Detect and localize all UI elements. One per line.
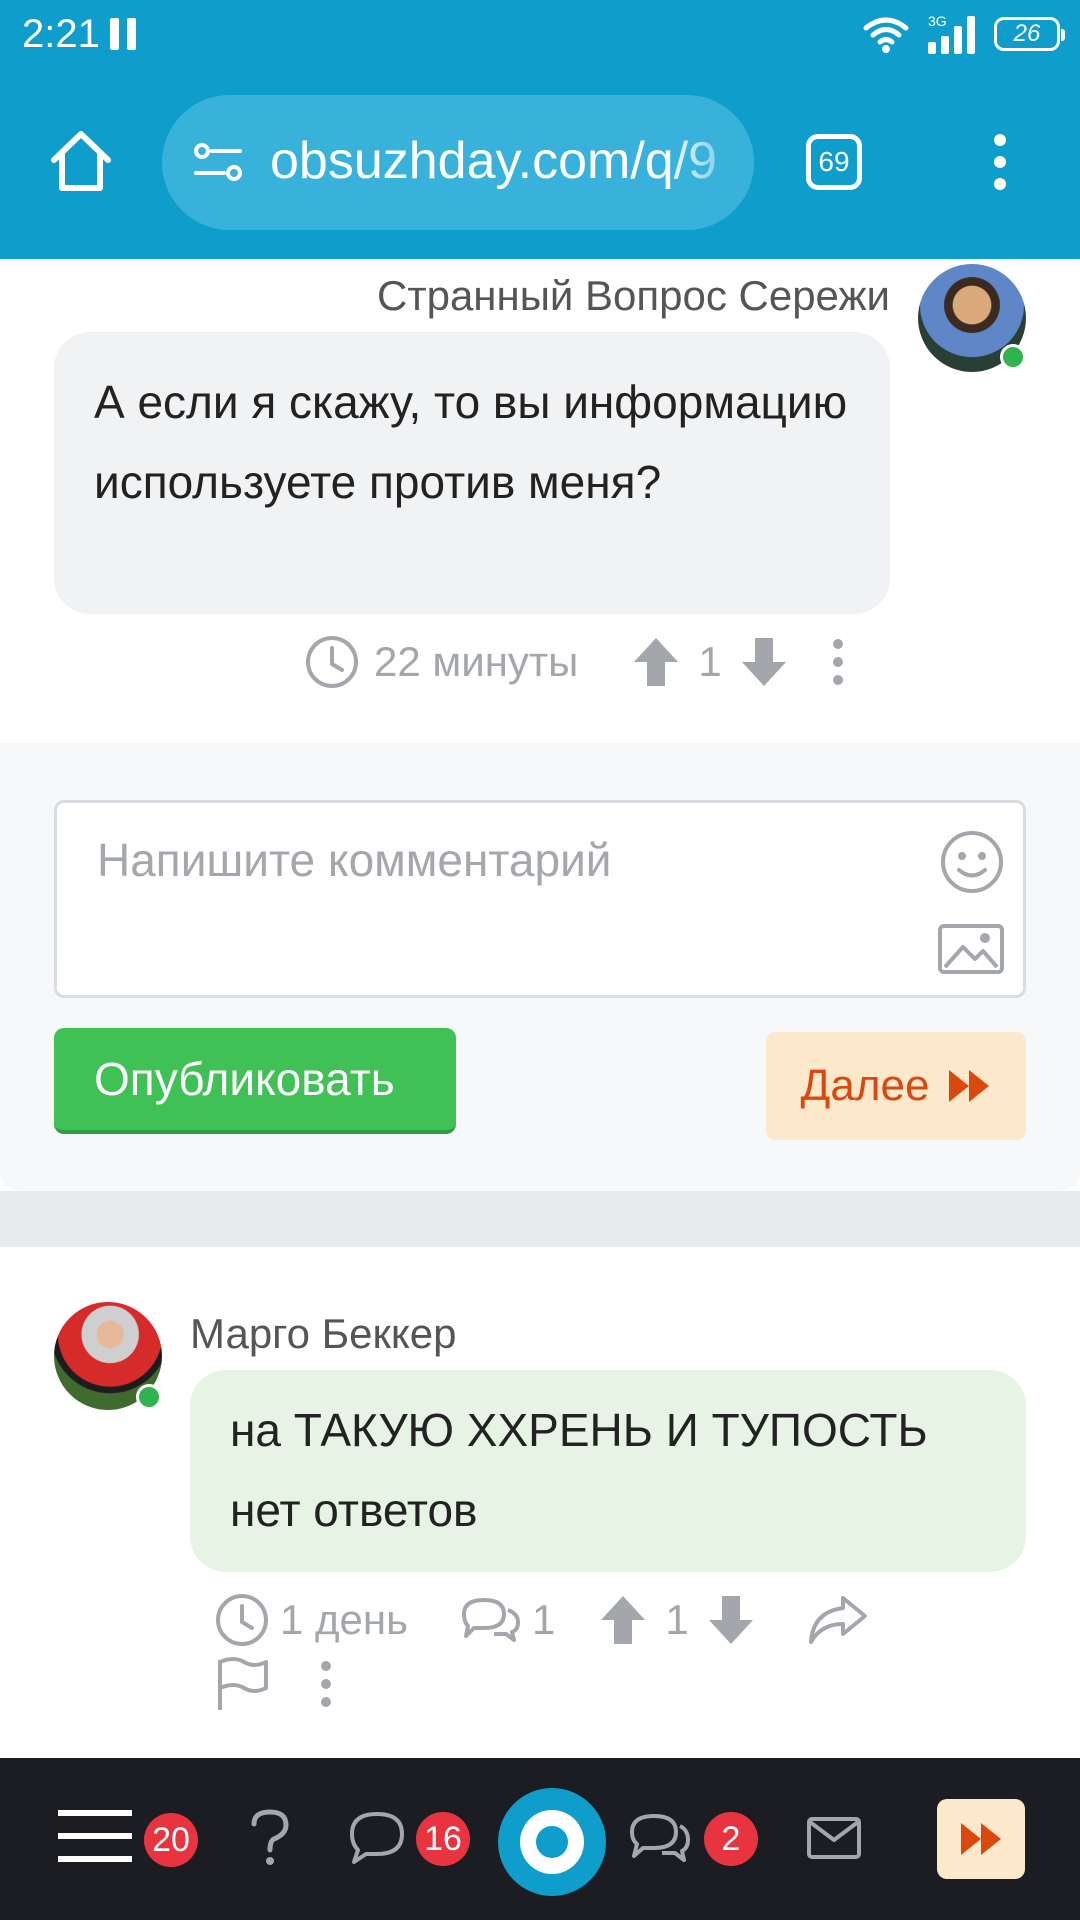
comment-input[interactable]: Напишите комментарий xyxy=(54,800,1026,998)
answer-votes: 1 xyxy=(665,1596,689,1643)
question-votes: 1 xyxy=(698,638,722,685)
share-icon[interactable] xyxy=(805,1594,869,1646)
downvote-icon[interactable] xyxy=(707,1594,755,1646)
status-icons: 3G 26 xyxy=(862,12,1065,56)
question-time-text: 22 минуты xyxy=(374,638,579,685)
fast-forward-icon xyxy=(949,1070,990,1102)
url-text[interactable]: obsuzhday.com/q/9 xyxy=(270,131,732,191)
comment-placeholder[interactable]: Напишите комментарий xyxy=(97,833,612,887)
signal-icon: 3G xyxy=(928,13,975,54)
question-more-icon[interactable] xyxy=(828,636,848,688)
flag-icon[interactable] xyxy=(214,1656,270,1712)
replies-icon[interactable] xyxy=(458,1594,522,1646)
question-mark-icon[interactable] xyxy=(248,1808,292,1868)
chat-icon[interactable] xyxy=(348,1810,406,1864)
address-bar[interactable]: obsuzhday.com/q/9 xyxy=(162,95,754,230)
question-time: 22 минуты xyxy=(304,634,578,690)
clock-icon xyxy=(216,1594,268,1646)
answer-replies: 1 xyxy=(531,1596,556,1643)
emoji-icon[interactable] xyxy=(939,829,1005,895)
site-settings-icon[interactable] xyxy=(190,135,246,191)
image-upload-icon[interactable] xyxy=(937,923,1005,975)
discussions-icon[interactable] xyxy=(626,1810,692,1866)
upvote-icon[interactable] xyxy=(599,1594,647,1646)
answer-bubble: на ТАКУЮ ХХРЕНЬ И ТУПОСТЬ нет ответов xyxy=(190,1370,1026,1572)
tabs-button[interactable]: 69 xyxy=(806,134,862,190)
next-nav-button[interactable] xyxy=(937,1799,1025,1879)
next-label: Далее xyxy=(800,1061,930,1110)
online-indicator xyxy=(1000,344,1026,370)
discussions-badge: 2 xyxy=(704,1812,758,1866)
downvote-icon[interactable] xyxy=(740,636,788,688)
home-logo-button[interactable] xyxy=(498,1788,606,1896)
more-menu-icon[interactable] xyxy=(980,130,1020,194)
answer-author[interactable]: Марго Беккер xyxy=(190,1310,456,1358)
fast-forward-icon xyxy=(961,1823,1001,1855)
network-type: 3G xyxy=(928,13,947,29)
answer-time: 1 день xyxy=(280,1596,408,1643)
hamburger-menu-icon[interactable] xyxy=(58,1806,132,1866)
status-time: 2:21 xyxy=(22,12,100,56)
tab-count: 69 xyxy=(818,146,850,177)
upvote-icon[interactable] xyxy=(632,636,680,688)
online-indicator xyxy=(136,1384,162,1410)
answer-text: на ТАКУЮ ХХРЕНЬ И ТУПОСТЬ нет ответов xyxy=(230,1404,928,1536)
question-bubble: А если я скажу, то вы информацию использ… xyxy=(54,332,890,614)
battery-icon: 26 xyxy=(994,17,1065,51)
answer-meta: 1 день 1 1 xyxy=(214,1588,1054,1716)
question-author[interactable]: Странный Вопрос Сережи xyxy=(377,272,890,320)
home-icon[interactable] xyxy=(48,128,114,194)
wifi-icon xyxy=(863,17,909,53)
chat-badge-count: 16 xyxy=(424,1819,462,1858)
menu-badge-count: 20 xyxy=(152,1820,190,1859)
clock-icon xyxy=(306,636,358,688)
mail-icon[interactable] xyxy=(806,1816,862,1860)
question-text: А если я скажу, то вы информацию использ… xyxy=(94,376,848,508)
publish-button[interactable]: Опубликовать xyxy=(54,1028,456,1134)
browser-chrome: 2:21 3G 26 obsuzhday.com/q/9 69 xyxy=(0,0,1080,259)
next-button[interactable]: Далее xyxy=(766,1032,1026,1140)
pause-icon xyxy=(110,18,138,50)
discussions-badge-count: 2 xyxy=(721,1819,741,1858)
publish-label: Опубликовать xyxy=(94,1053,395,1105)
question-meta: 22 минуты 1 xyxy=(304,632,848,692)
battery-level: 26 xyxy=(1013,20,1041,47)
menu-badge: 20 xyxy=(144,1813,198,1867)
chat-badge: 16 xyxy=(416,1812,470,1866)
section-divider xyxy=(0,1191,1080,1247)
answer-more-icon[interactable] xyxy=(316,1658,336,1710)
url-fade xyxy=(664,95,754,230)
